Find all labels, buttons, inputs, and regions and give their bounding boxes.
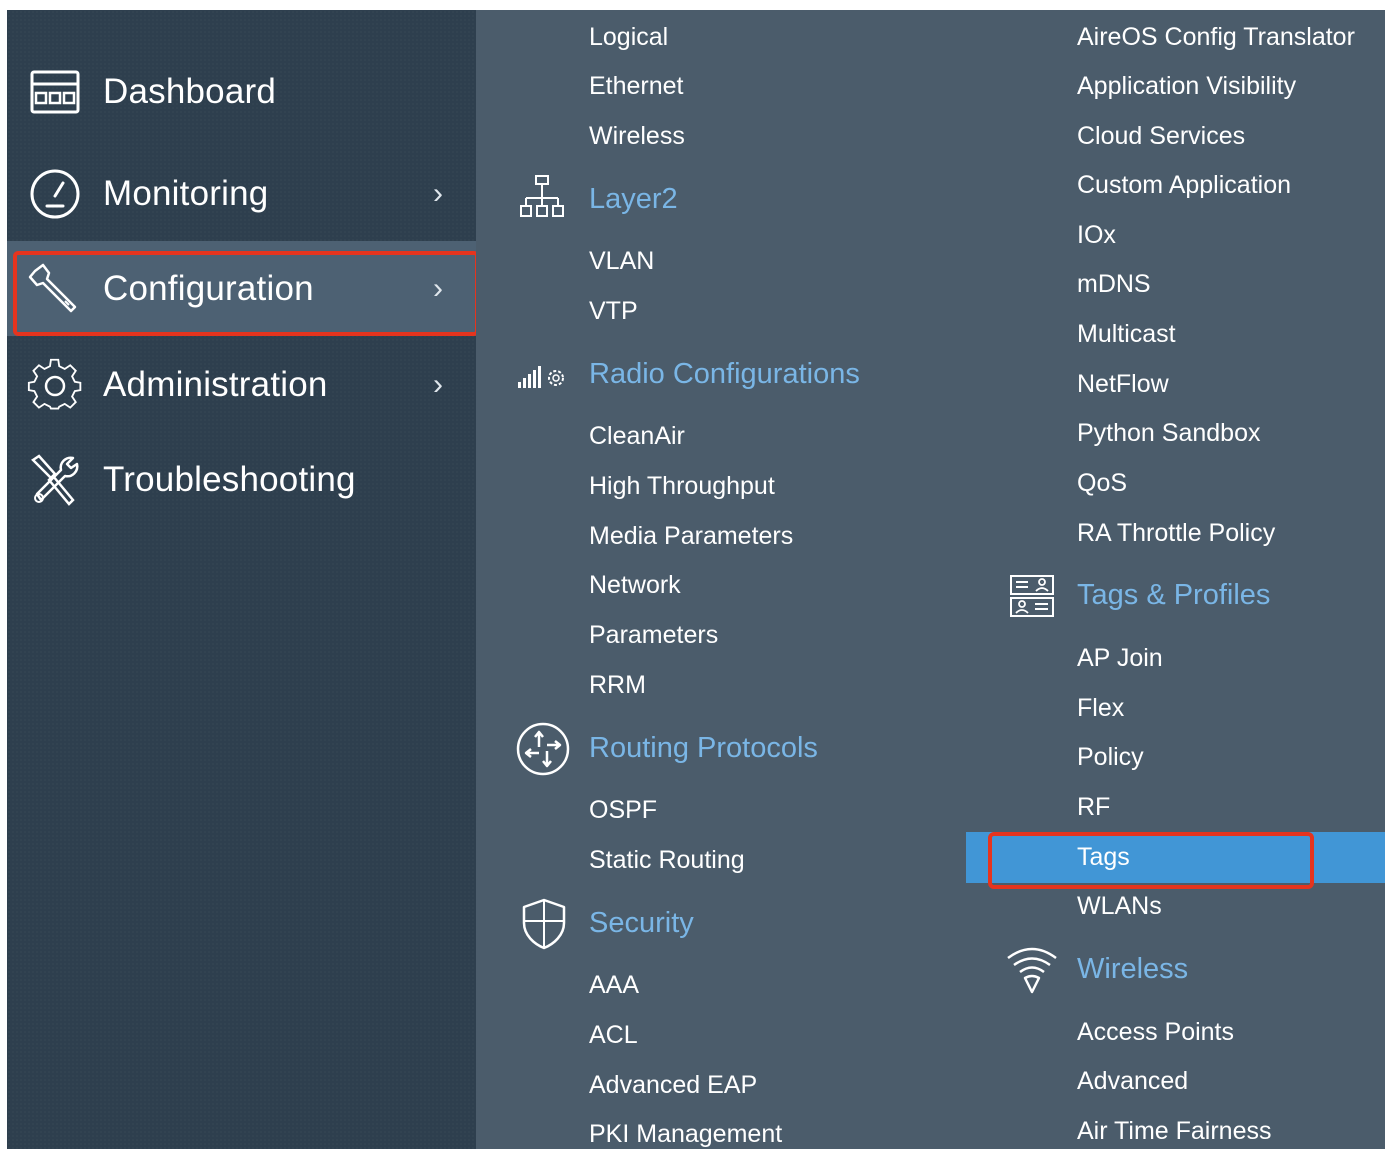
- profile-cards-icon: [1010, 575, 1054, 617]
- shield-icon: [522, 898, 566, 950]
- menu-item-custom-application[interactable]: Custom Application: [1077, 170, 1291, 200]
- sidebar-item-label: Troubleshooting: [103, 459, 356, 499]
- menu-item-vtp[interactable]: VTP: [589, 296, 638, 326]
- section-routing-protocols[interactable]: Routing Protocols: [589, 731, 818, 765]
- sidebar-item-monitoring[interactable]: Monitoring ›: [7, 146, 476, 241]
- menu-item-iox[interactable]: IOx: [1077, 220, 1116, 250]
- menu-item-netflow[interactable]: NetFlow: [1077, 369, 1169, 399]
- menu-item-aaa[interactable]: AAA: [589, 970, 639, 1000]
- section-wireless[interactable]: Wireless: [1077, 952, 1188, 986]
- menu-item-policy[interactable]: Policy: [1077, 742, 1144, 772]
- sidebar-item-label: Monitoring: [103, 173, 269, 213]
- menu-item-cleanair[interactable]: CleanAir: [589, 421, 685, 451]
- section-tags-profiles[interactable]: Tags & Profiles: [1077, 578, 1270, 612]
- section-radio-configurations[interactable]: Radio Configurations: [589, 357, 860, 391]
- menu-item-python-sandbox[interactable]: Python Sandbox: [1077, 418, 1260, 448]
- menu-item-air-time-fairness[interactable]: Air Time Fairness: [1077, 1116, 1271, 1146]
- sidebar-nav: Dashboard Monitoring › Configuration › A…: [7, 10, 476, 1149]
- menu-item-wireless-interface[interactable]: Wireless: [589, 121, 685, 151]
- menu-item-ap-join[interactable]: AP Join: [1077, 643, 1163, 673]
- menu-item-mdns[interactable]: mDNS: [1077, 269, 1151, 299]
- configuration-highlight-box: [13, 251, 479, 336]
- menu-item-advanced[interactable]: Advanced: [1077, 1066, 1188, 1096]
- menu-item-ra-throttle-policy[interactable]: RA Throttle Policy: [1077, 518, 1275, 548]
- router-arrows-icon: [516, 722, 570, 776]
- menu-item-aireos-config-translator[interactable]: AireOS Config Translator: [1077, 22, 1355, 52]
- menu-item-pki-management[interactable]: PKI Management: [589, 1119, 782, 1149]
- menu-item-rf[interactable]: RF: [1077, 792, 1110, 822]
- menu-item-application-visibility[interactable]: Application Visibility: [1077, 71, 1296, 101]
- menu-item-cloud-services[interactable]: Cloud Services: [1077, 121, 1245, 151]
- menu-item-logical[interactable]: Logical: [589, 22, 668, 52]
- section-security[interactable]: Security: [589, 906, 694, 940]
- menu-item-access-points[interactable]: Access Points: [1077, 1017, 1234, 1047]
- menu-item-ospf[interactable]: OSPF: [589, 795, 657, 825]
- gear-icon: [27, 358, 82, 410]
- menu-item-parameters[interactable]: Parameters: [589, 620, 718, 650]
- menu-item-acl[interactable]: ACL: [589, 1020, 638, 1050]
- menu-item-ethernet[interactable]: Ethernet: [589, 71, 684, 101]
- network-tree-icon: [520, 175, 564, 217]
- signal-gear-icon: [518, 366, 564, 388]
- menu-item-qos[interactable]: QoS: [1077, 468, 1127, 498]
- sidebar-item-label: Dashboard: [103, 71, 277, 111]
- menu-item-high-throughput[interactable]: High Throughput: [589, 471, 775, 501]
- speedometer-icon: [30, 169, 80, 219]
- menu-item-flex[interactable]: Flex: [1077, 693, 1124, 723]
- wifi-icon: [1007, 947, 1057, 994]
- chevron-right-icon: ›: [433, 367, 443, 401]
- tags-highlight-box: [988, 832, 1314, 889]
- section-layer2[interactable]: Layer2: [589, 182, 678, 216]
- sidebar-item-administration[interactable]: Administration ›: [7, 337, 476, 432]
- menu-item-wlans[interactable]: WLANs: [1077, 891, 1162, 921]
- menu-item-media-parameters[interactable]: Media Parameters: [589, 521, 793, 551]
- menu-item-advanced-eap[interactable]: Advanced EAP: [589, 1070, 757, 1100]
- menu-item-vlan[interactable]: VLAN: [589, 246, 654, 276]
- menu-item-multicast[interactable]: Multicast: [1077, 319, 1176, 349]
- sidebar-item-troubleshooting[interactable]: Troubleshooting: [7, 432, 476, 527]
- sidebar-item-dashboard[interactable]: Dashboard: [7, 44, 476, 139]
- sidebar-item-label: Administration: [103, 364, 328, 404]
- chevron-right-icon: ›: [433, 176, 443, 210]
- menu-item-static-routing[interactable]: Static Routing: [589, 845, 745, 875]
- dashboard-icon: [30, 70, 80, 114]
- menu-item-network[interactable]: Network: [589, 570, 681, 600]
- tools-icon: [31, 454, 79, 506]
- menu-item-rrm[interactable]: RRM: [589, 670, 646, 700]
